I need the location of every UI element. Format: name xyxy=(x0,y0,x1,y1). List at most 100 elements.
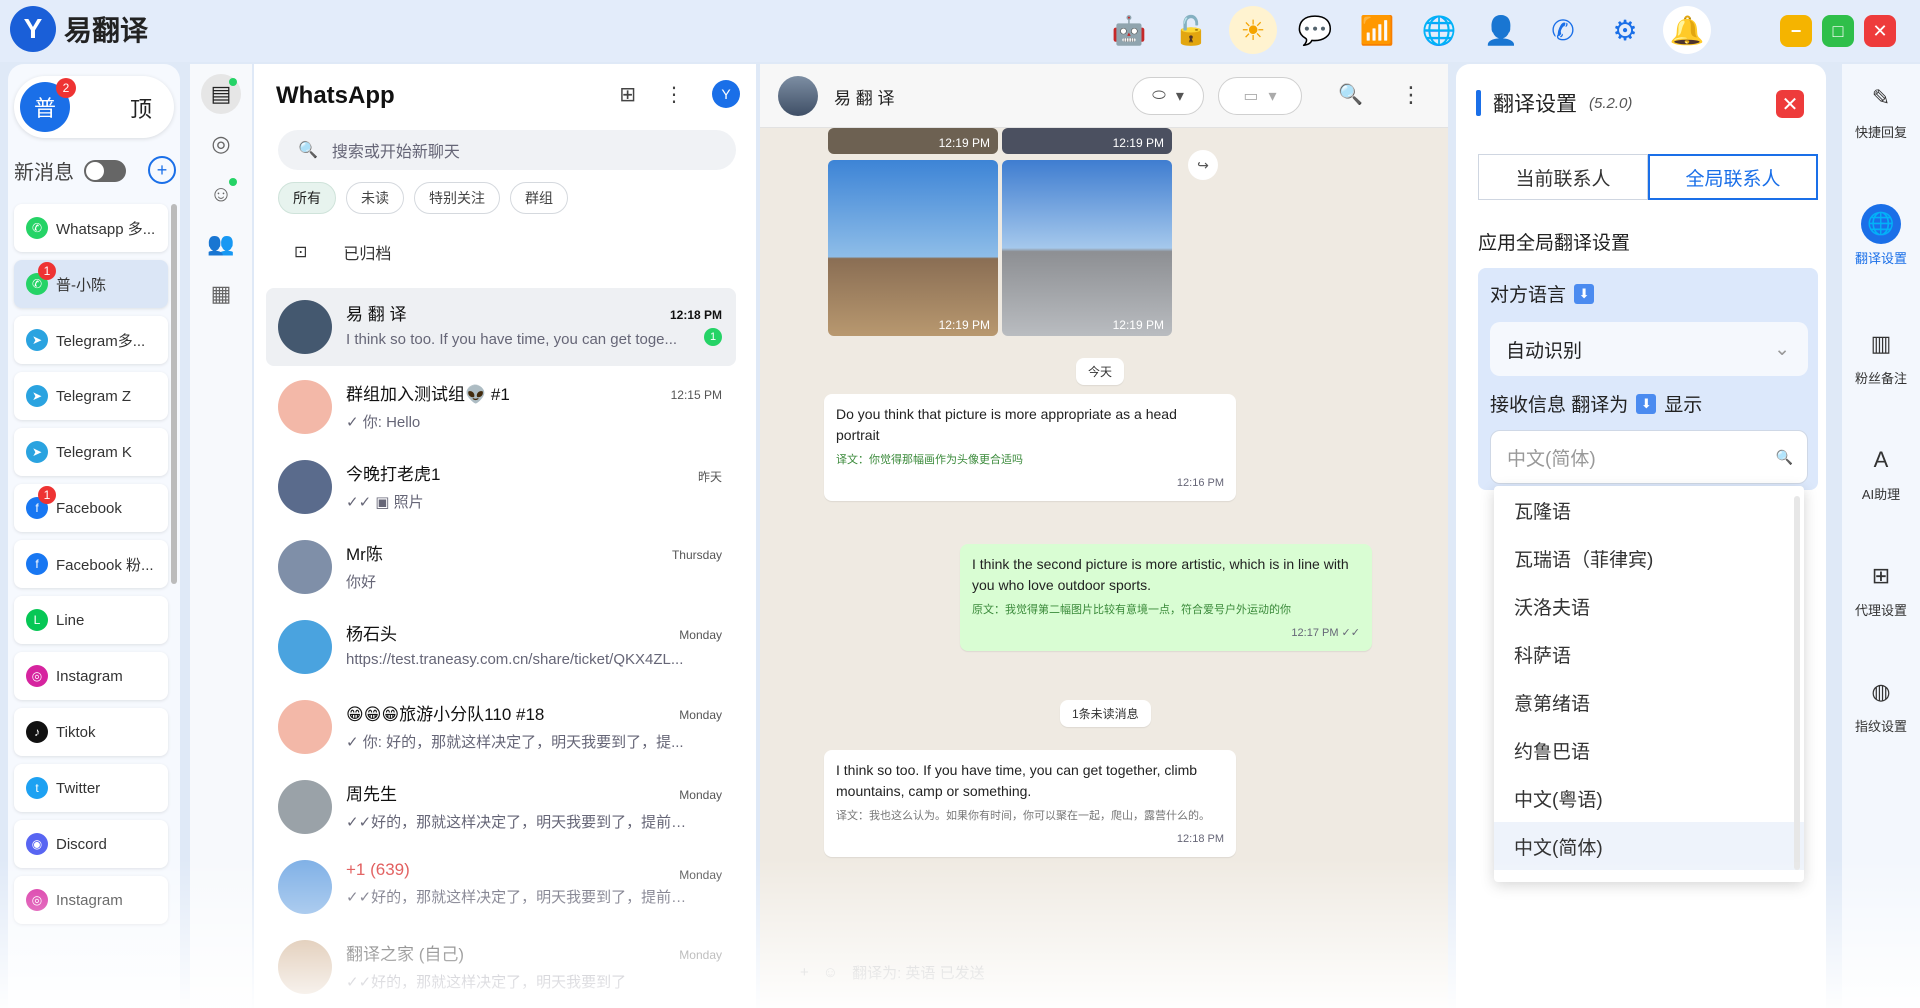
chat-row[interactable]: 😁😁😁旅游小分队110 #18 ✓ 你: 好的，那就这样决定了，明天我要到了，提.… xyxy=(266,688,736,766)
forward-icon[interactable]: ↪ xyxy=(1188,150,1218,180)
dropdown-scrollbar[interactable] xyxy=(1794,496,1800,870)
photo-pipeline[interactable]: 12:19 PM xyxy=(1002,160,1172,336)
app-label: Twitter xyxy=(56,779,101,797)
video-call-dropdown[interactable]: ▭ ▾ xyxy=(1218,77,1302,115)
new-message-switch[interactable] xyxy=(84,159,126,182)
fingerprint-icon: ◍ xyxy=(1871,679,1891,704)
chat-row[interactable]: 周先生 ✓✓好的，那就这样决定了，明天我要到了，提前通... Monday xyxy=(266,768,736,846)
app-item[interactable]: ➤ Telegram K xyxy=(14,428,168,476)
bell-icon[interactable]: 🔔 xyxy=(1663,6,1711,54)
quick-tool-item[interactable]: ✎ 快捷回复 xyxy=(1842,78,1920,141)
shop-icon[interactable]: ▦ xyxy=(201,274,241,314)
contact-name[interactable]: 易 翻 译 xyxy=(834,84,894,109)
quick-tool-item[interactable]: ◍ 指纹设置 xyxy=(1842,672,1920,735)
chat-row[interactable]: +1 (639) ✓✓好的，那就这样决定了，明天我要到了，提前通... Monday xyxy=(266,848,736,926)
language-option[interactable]: 科萨语 xyxy=(1494,630,1804,678)
chat-row[interactable]: 杨石头 https://test.traneasy.com.cn/share/ti… xyxy=(266,608,736,686)
top-label[interactable]: 顶 xyxy=(130,92,152,124)
photo-top-right[interactable]: 12:19 PM xyxy=(1002,128,1172,154)
language-option[interactable]: 瓦隆语 xyxy=(1494,486,1804,534)
chats-icon[interactable]: ▤ xyxy=(201,74,241,114)
chat-row[interactable]: 群组加入测试组👽 #1 ✓ 你: Hello 12:15 PM xyxy=(266,368,736,446)
unlock-icon[interactable]: 🔓 xyxy=(1167,6,1215,54)
archived-row[interactable]: ⊡ 已归档 xyxy=(294,240,391,264)
app-label: Whatsapp 多... xyxy=(56,220,156,238)
search-icon[interactable]: 🔍 xyxy=(1338,82,1363,107)
menu-icon[interactable]: ⋮ xyxy=(664,82,684,107)
language-option[interactable]: 瓦瑞语（菲律宾) xyxy=(1494,534,1804,582)
peer-language-select[interactable]: 自动识别 ⌄ xyxy=(1490,322,1808,376)
language-option[interactable]: 中文(粤语) xyxy=(1494,774,1804,822)
status-icon[interactable]: ◎ xyxy=(201,124,241,164)
tab-global-contact[interactable]: 全局联系人 xyxy=(1648,154,1818,200)
add-account-icon[interactable]: + xyxy=(148,156,176,184)
app-item[interactable]: ◉ Discord xyxy=(14,820,168,868)
new-message-toggle[interactable]: 新消息 xyxy=(14,156,126,185)
communities-icon[interactable]: 👥 xyxy=(201,224,241,264)
filter-chip[interactable]: 群组 xyxy=(510,182,568,214)
quick-tool-item[interactable]: 🌐 翻译设置 xyxy=(1842,204,1920,267)
globe-icon[interactable]: 🌐 xyxy=(1415,6,1463,54)
wifi-icon[interactable]: 📶 xyxy=(1353,6,1401,54)
language-option[interactable]: 意第绪语 xyxy=(1494,678,1804,726)
minimize-button[interactable]: − xyxy=(1780,15,1812,47)
sun-icon[interactable]: ☀ xyxy=(1229,6,1277,54)
filter-chip[interactable]: 所有 xyxy=(278,182,336,214)
translate-logo-icon[interactable]: Y xyxy=(712,80,740,108)
message-incoming[interactable]: Do you think that picture is more approp… xyxy=(824,394,1236,501)
scrollbar[interactable] xyxy=(171,204,177,584)
message-translation: 译文：你觉得那幅画作为头像更合适吗 xyxy=(836,454,1023,466)
app-item[interactable]: ✆ Whatsapp 多... xyxy=(14,204,168,252)
emoji-icon[interactable]: ☺ xyxy=(823,964,838,981)
search-input[interactable]: 🔍 搜索或开始新聊天 xyxy=(278,130,736,170)
app-item[interactable]: f Facebook 粉... xyxy=(14,540,168,588)
tab-current-contact[interactable]: 当前联系人 xyxy=(1478,154,1648,200)
app-item[interactable]: t Twitter xyxy=(14,764,168,812)
language-option[interactable]: 约鲁巴语 xyxy=(1494,726,1804,774)
app-item[interactable]: ✆ 普-小陈 1 xyxy=(14,260,168,308)
message-input[interactable]: + ☺ 翻译为: 英语 已发送 xyxy=(800,952,1400,992)
message-outgoing[interactable]: I think the second picture is more artis… xyxy=(960,544,1372,651)
tag-dropdown[interactable]: ⬭ ▾ xyxy=(1132,77,1204,115)
chat-row[interactable]: 翻译之家 (自己) ✓✓好的，那就这样决定了，明天我要到了 Monday xyxy=(266,928,736,1006)
language-option[interactable]: 沃洛夫语 xyxy=(1494,582,1804,630)
photo-top-left[interactable]: 12:19 PM xyxy=(828,128,998,154)
chat-bubble-icon[interactable]: 💬 xyxy=(1291,6,1339,54)
contact-avatar[interactable] xyxy=(778,76,818,116)
channels-icon[interactable]: ☺ xyxy=(201,174,241,214)
chat-row[interactable]: Mr陈 你好 Thursday xyxy=(266,528,736,606)
receive-language-input[interactable]: 中文(简体) 🔍 xyxy=(1490,430,1808,484)
phone-icon[interactable]: ✆ xyxy=(1539,6,1587,54)
app-item[interactable]: ♪ Tiktok xyxy=(14,708,168,756)
filter-chip[interactable]: 特别关注 xyxy=(414,182,500,214)
quick-tool-item[interactable]: ▥ 粉丝备注 xyxy=(1842,324,1920,387)
menu-icon[interactable]: ⋮ xyxy=(1400,82,1422,108)
app-label: 普-小陈 xyxy=(56,276,106,294)
close-icon[interactable]: ✕ xyxy=(1776,90,1804,118)
message-time: 12:16 PM xyxy=(1176,476,1224,489)
chat-row[interactable]: 今晚打老虎1 ✓✓ ▣ 照片 昨天 xyxy=(266,448,736,526)
language-option[interactable]: 中文(简体) xyxy=(1494,822,1804,870)
filter-chip[interactable]: 未读 xyxy=(346,182,404,214)
attach-icon[interactable]: + xyxy=(800,964,809,981)
pin-toggle[interactable]: 普 2 顶 xyxy=(14,76,174,138)
app-item[interactable]: ➤ Telegram多... xyxy=(14,316,168,364)
message-incoming[interactable]: I think so too. If you have time, you ca… xyxy=(824,750,1236,857)
quick-reply-icon: ✎ xyxy=(1871,85,1891,110)
close-button[interactable]: ✕ xyxy=(1864,15,1896,47)
robot-icon[interactable]: 🤖 xyxy=(1105,6,1153,54)
gear-icon[interactable]: ⚙ xyxy=(1601,6,1649,54)
app-item[interactable]: f Facebook 1 xyxy=(14,484,168,532)
app-item[interactable]: ➤ Telegram Z xyxy=(14,372,168,420)
maximize-button[interactable]: □ xyxy=(1822,15,1854,47)
photo-fortress[interactable]: 12:19 PM xyxy=(828,160,998,336)
quick-tool-item[interactable]: ⊞ 代理设置 xyxy=(1842,556,1920,619)
user-icon[interactable]: 👤 xyxy=(1477,6,1525,54)
new-chat-icon[interactable]: ⊞ xyxy=(619,82,636,107)
chat-row[interactable]: 易 翻 译 I think so too. If you have time, y… xyxy=(266,288,736,366)
app-item[interactable]: L Line xyxy=(14,596,168,644)
app-item[interactable]: ◎ Instagram xyxy=(14,876,168,924)
unread-badge: 1 xyxy=(38,262,56,280)
quick-tool-item[interactable]: A AI助理 xyxy=(1842,440,1920,503)
app-item[interactable]: ◎ Instagram xyxy=(14,652,168,700)
